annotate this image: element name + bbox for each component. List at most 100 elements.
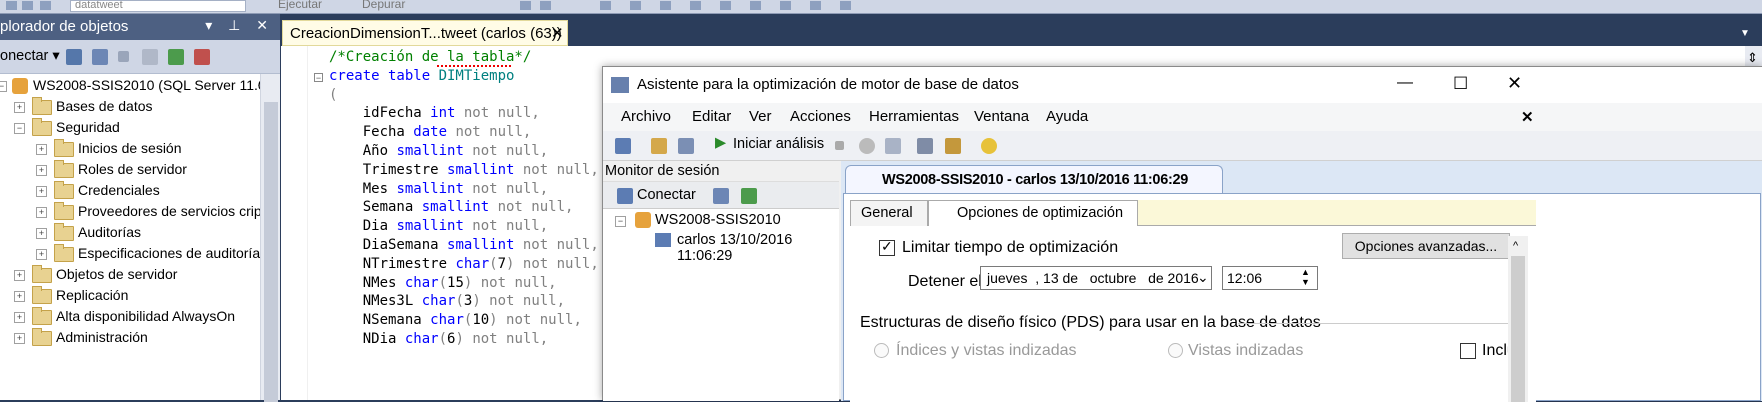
options-scrollbar[interactable]: ^ [1508, 236, 1528, 402]
save-recommendations-icon[interactable] [885, 138, 901, 154]
filter-icon[interactable] [142, 49, 158, 65]
toolbar-icon[interactable] [40, 1, 51, 10]
code-line[interactable]: NDia char(6) not null, [329, 330, 548, 349]
scrollbar-thumb[interactable] [1511, 256, 1525, 402]
session-server-node[interactable]: WS2008-SSIS2010 [655, 212, 781, 228]
maximize-icon[interactable]: ☐ [1453, 74, 1468, 94]
limit-time-checkbox[interactable]: ✓ [879, 238, 895, 256]
close-tab-icon[interactable]: ✕ [551, 24, 564, 42]
disconnect-icon[interactable] [92, 49, 108, 65]
menu-acciones[interactable]: Acciones [790, 108, 851, 125]
toolbar-icon[interactable] [520, 1, 531, 10]
connect-button[interactable]: Conectar [637, 187, 696, 203]
scrollbar-thumb[interactable] [264, 102, 278, 402]
stop-analysis-icon[interactable] [835, 141, 844, 150]
connect-button[interactable]: onectar ▾ [0, 48, 60, 64]
disconnect-icon[interactable] [713, 188, 729, 204]
menu-herramientas[interactable]: Herramientas [869, 108, 959, 125]
minimize-icon[interactable]: — [1397, 74, 1413, 92]
code-line[interactable]: idFecha int not null, [329, 104, 540, 123]
toolbar-icon[interactable] [780, 1, 791, 10]
toolbar-icon[interactable] [720, 1, 731, 10]
expander-icon[interactable]: + [36, 165, 47, 176]
expander-icon[interactable]: + [36, 228, 47, 239]
connect-object-explorer-icon[interactable] [66, 49, 82, 65]
expander-icon[interactable]: + [36, 144, 47, 155]
stop-icon[interactable] [118, 51, 129, 62]
tab-session[interactable]: WS2008-SSIS2010 - carlos 13/10/2016 11:0… [845, 165, 1223, 195]
code-line[interactable]: Dia smallint not null, [329, 217, 548, 236]
include-checkbox[interactable] [1460, 343, 1476, 359]
expander-icon[interactable]: + [14, 333, 25, 344]
toolbar-icon[interactable] [690, 1, 701, 10]
toolbar-icon[interactable] [810, 1, 821, 10]
expander-icon[interactable]: + [14, 312, 25, 323]
spinner-icon[interactable]: ▲ ▼ [1301, 267, 1310, 287]
indexed-views-radio[interactable] [1168, 343, 1183, 358]
scroll-up-icon[interactable]: ^ [1513, 240, 1518, 252]
session-node[interactable]: carlos 13/10/2016 11:06:29 [677, 232, 839, 264]
code-line[interactable]: NSemana char(10) not null, [329, 311, 582, 330]
help-icon[interactable] [981, 138, 997, 154]
tab-dropdown-icon[interactable]: ▼ [1740, 28, 1750, 39]
object-explorer-tree[interactable]: − WS2008-SSIS2010 (SQL Server 11.0.2 ^ +… [0, 74, 277, 400]
tab-query-editor[interactable]: CreacionDimensionT...tweet (carlos (63))… [282, 20, 568, 46]
panel-pin-close-icon[interactable]: ▾ ⊥ ✕ [205, 17, 274, 34]
code-line[interactable]: create table DIMTiempo [329, 67, 514, 86]
import-icon[interactable] [917, 138, 933, 154]
toolbar-icon[interactable] [750, 1, 761, 10]
open-session-icon[interactable] [651, 138, 667, 154]
menu-ver[interactable]: Ver [749, 108, 772, 125]
connect-icon[interactable] [617, 188, 633, 204]
refresh-icon[interactable] [168, 49, 184, 65]
code-line[interactable]: Trimestre smallint not null, [329, 161, 599, 180]
collapse-region-icon[interactable]: − [314, 73, 323, 83]
expander-icon[interactable]: + [14, 291, 25, 302]
toolbar-icon[interactable] [600, 1, 611, 10]
execute-button[interactable]: Ejecutar [278, 0, 322, 11]
expander-icon[interactable]: − [14, 123, 25, 134]
database-select[interactable]: datatweet [70, 0, 246, 12]
code-line[interactable]: NMes3L char(3) not null, [329, 292, 565, 311]
toolbar-icon[interactable] [660, 1, 671, 10]
clone-session-icon[interactable] [678, 138, 694, 154]
expander-icon[interactable]: + [14, 102, 25, 113]
expander-icon[interactable]: + [36, 186, 47, 197]
code-line[interactable]: DiaSemana smallint not null, [329, 236, 599, 255]
toolbar-icon[interactable] [6, 1, 17, 10]
toolbar-icon[interactable] [630, 1, 641, 10]
menu-editar[interactable]: Editar [692, 108, 731, 125]
refresh-icon[interactable] [741, 188, 757, 204]
menu-archivo[interactable]: Archivo [621, 108, 671, 125]
code-line[interactable]: Mes smallint not null, [329, 180, 548, 199]
new-session-icon[interactable] [615, 138, 631, 154]
code-line[interactable]: Año smallint not null, [329, 142, 548, 161]
menu-ventana[interactable]: Ventana [974, 108, 1029, 125]
close-icon[interactable]: ✕ [1507, 73, 1522, 94]
session-tree[interactable]: − WS2008-SSIS2010 carlos 13/10/2016 11:0… [603, 209, 839, 401]
menu-ayuda[interactable]: Ayuda [1046, 108, 1088, 125]
tab-general[interactable]: General [850, 200, 928, 226]
chevron-down-icon[interactable]: ⌄ [1197, 269, 1209, 286]
code-line[interactable]: NMes char(15) not null, [329, 274, 557, 293]
split-icon[interactable]: ⇕ [1747, 50, 1758, 66]
expander-icon[interactable]: + [36, 207, 47, 218]
toolbar-icon[interactable] [22, 1, 33, 10]
play-icon[interactable]: ▶ [715, 135, 726, 151]
activity-monitor-icon[interactable] [194, 49, 210, 65]
start-analysis-button[interactable]: Iniciar análisis [733, 136, 824, 152]
tab-tuning-options[interactable]: Opciones de optimización [928, 200, 1138, 227]
code-line[interactable]: Semana smallint not null, [329, 198, 574, 217]
code-line[interactable]: NTrimestre char(7) not null, [329, 255, 599, 274]
close-document-icon[interactable]: ✕ [1521, 108, 1534, 126]
toolbar-icon[interactable] [840, 1, 851, 10]
expander-icon[interactable]: + [14, 270, 25, 281]
code-line[interactable]: ( [329, 86, 337, 105]
object-explorer-scrollbar[interactable] [260, 74, 280, 402]
stop-date-picker[interactable]: jueves , 13 de octubre de 2016 ⌄ [980, 266, 1212, 290]
code-line[interactable]: Fecha date not null, [329, 123, 532, 142]
toolbar-icon[interactable] [540, 1, 551, 10]
stop-time-field[interactable]: 12:06 ▲ ▼ [1222, 266, 1318, 290]
code-line[interactable]: /*Creación de la tabla*/ [329, 48, 531, 67]
expander-icon[interactable]: + [36, 249, 47, 260]
